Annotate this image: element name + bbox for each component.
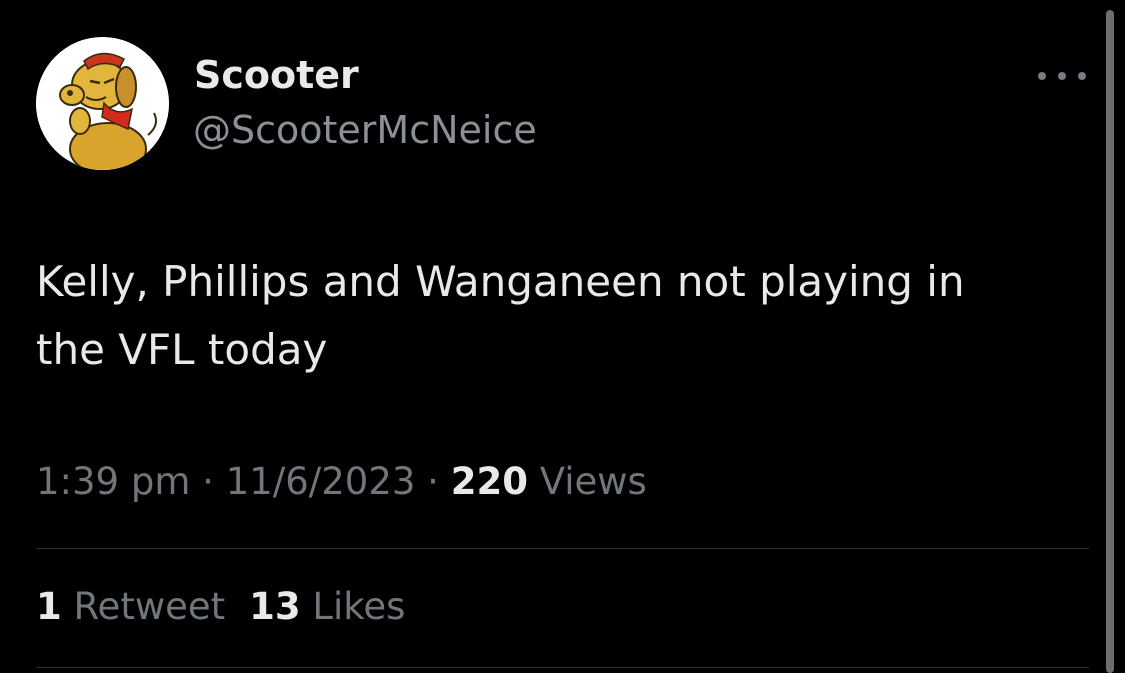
display-name[interactable]: Scooter [194,53,359,97]
more-options-button[interactable] [1038,62,1086,90]
likes-label: Likes [312,585,406,628]
meta-separator: · [427,460,439,503]
scrollbar[interactable] [1106,10,1114,673]
retweets-count: 1 [36,585,62,628]
cartoon-dog-avatar-icon [36,37,169,170]
avatar[interactable] [36,37,169,170]
likes-stat[interactable]: 13 Likes [249,585,405,628]
user-handle[interactable]: @ScooterMcNeice [193,108,537,152]
tweet-date[interactable]: 11/6/2023 [226,460,416,503]
more-options-icon-dot [1058,72,1066,80]
retweets-stat[interactable]: 1 Retweet [36,585,225,628]
tweet-time[interactable]: 1:39 pm [36,460,190,503]
likes-count: 13 [249,585,301,628]
views-label: Views [539,460,647,503]
retweets-label: Retweet [73,585,226,628]
more-options-icon-dot [1078,72,1086,80]
divider [36,667,1089,668]
views-count: 220 [450,460,528,503]
divider [36,548,1089,549]
meta-separator: · [202,460,214,503]
more-options-icon [1038,72,1046,80]
engagement-stats: 1 Retweet 13 Likes [36,585,405,628]
tweet-text: Kelly, Phillips and Wanganeen not playin… [36,257,965,374]
tweet-metadata: 1:39 pm · 11/6/2023 · 220 Views [36,460,647,503]
